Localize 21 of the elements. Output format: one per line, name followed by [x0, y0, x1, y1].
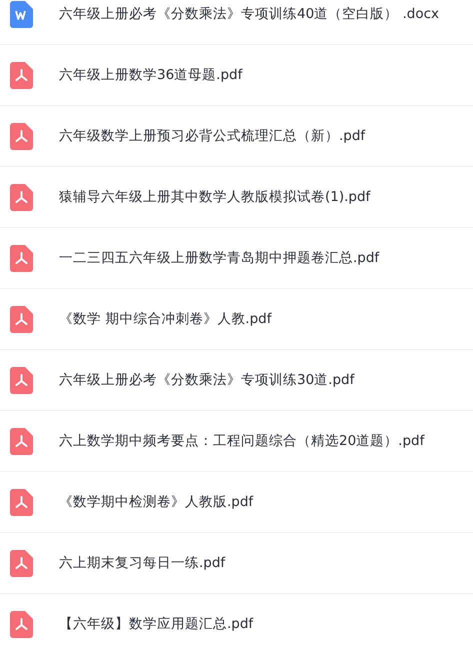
pdf-file-icon — [10, 610, 33, 638]
pdf-file-icon — [10, 306, 33, 332]
file-name[interactable]: 六年级上册数学36道母题.pdf — [59, 66, 242, 84]
file-name[interactable]: 【六年级】数学应用题汇总.pdf — [59, 615, 254, 633]
pdf-file-icon — [10, 184, 33, 210]
file-name[interactable]: 一二三四五六年级上册数学青岛期中押题卷汇总.pdf — [59, 249, 380, 267]
pdf-file-icon — [10, 550, 33, 576]
pdf-file-icon — [10, 366, 33, 394]
pdf-file-icon — [10, 428, 33, 454]
pdf-file-icon — [10, 488, 33, 516]
pdf-file-icon — [10, 122, 33, 150]
file-name[interactable]: 六年级数学上册预习必背公式梳理汇总（新）.pdf — [59, 127, 366, 145]
file-name[interactable]: 六上期末复习每日一练.pdf — [59, 554, 226, 572]
file-name[interactable]: 《数学期中检测卷》人教版.pdf — [59, 493, 254, 511]
file-name[interactable]: 猿辅导六年级上册其中数学人教版模拟试卷(1).pdf — [59, 188, 370, 206]
file-name[interactable]: 六年级上册必考《分数乘法》专项训练30道.pdf — [59, 371, 354, 389]
file-name[interactable]: 六上数学期中频考要点：工程问题综合（精选20道题）.pdf — [59, 432, 424, 450]
file-name[interactable]: 六年级上册必考《分数乘法》专项训练40道（空白版） .docx — [59, 5, 440, 23]
pdf-file-icon — [10, 244, 33, 272]
file-name[interactable]: 《数学 期中综合冲刺卷》人教.pdf — [59, 310, 272, 328]
pdf-file-icon — [10, 62, 33, 88]
